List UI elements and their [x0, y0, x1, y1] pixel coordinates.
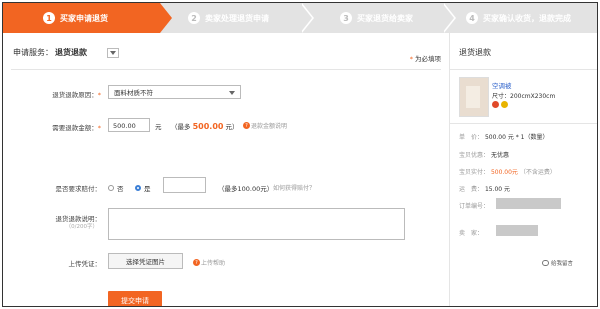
- product-size: 尺寸：200cmX230cm: [492, 93, 556, 100]
- compensate-max: （最多100.00元）: [218, 185, 274, 193]
- discount-value: 无优惠: [490, 152, 509, 159]
- order-row: 订单编号：: [459, 201, 489, 210]
- compensate-no-radio[interactable]: 否: [108, 183, 124, 193]
- shipping-label: 运 费：: [459, 186, 484, 193]
- price-row: 单 价： 500.00 元 * 1（数量）: [459, 132, 548, 141]
- yes-label: 是: [144, 185, 151, 193]
- divider: [450, 69, 597, 70]
- upload-help-text: 上传帮助: [201, 260, 226, 267]
- amount-max-suffix: 元）: [225, 123, 239, 131]
- no-label: 否: [117, 185, 124, 193]
- discount-label: 宝贝优惠：: [459, 152, 490, 159]
- upload-label: 上传凭证：: [68, 260, 102, 268]
- required-note-text: 为必填项: [415, 55, 441, 63]
- seller-label: 卖 家：: [459, 230, 484, 237]
- amount-max-value: 500.00: [192, 122, 224, 131]
- compensate-amount-input[interactable]: [163, 177, 206, 193]
- price-label: 单 价：: [459, 134, 484, 141]
- amount-help-link[interactable]: ? 退款金额说明: [243, 121, 287, 130]
- redacted-seller-name: [496, 225, 538, 236]
- amount-help-text: 退款金额说明: [251, 123, 288, 130]
- step-number: 4: [466, 12, 478, 24]
- required-star-icon: *: [97, 124, 101, 132]
- amount-unit: 元: [155, 123, 162, 131]
- service-label: 申请服务：: [13, 48, 53, 57]
- question-icon: ?: [193, 259, 200, 266]
- product-thumbnail[interactable]: [459, 77, 489, 117]
- step-label: 买家退货给卖家: [357, 13, 413, 23]
- step-confirm-refund: 4 买家确认收货，退款完成: [444, 3, 597, 33]
- paid-value: 500.00元: [490, 169, 518, 176]
- paid-row: 宝贝实付： 500.00元 （不含运费）: [459, 167, 556, 176]
- desc-textarea[interactable]: [108, 208, 405, 240]
- discount-row: 宝贝优惠： 无优惠: [459, 150, 509, 159]
- refund-page: 1 买家申请退货 2 卖家处理退货申请 3 买家退货给卖家 4 买家确认收货，退…: [2, 2, 598, 307]
- desc-count: （0/200字）: [65, 224, 98, 230]
- step-number: 1: [43, 12, 55, 24]
- required-note: * 为必填项: [410, 53, 441, 63]
- progress-steps: 1 买家申请退货 2 卖家处理退货申请 3 买家退货给卖家 4 买家确认收货，退…: [3, 3, 597, 33]
- refund-form: 申请服务： 退货退款 * 为必填项 退货退款原因：* 面料材质不符 需要退款金额：…: [3, 33, 450, 306]
- question-icon: ?: [243, 122, 250, 129]
- amount-max-prefix: （最多: [171, 123, 191, 131]
- reason-label-text: 退货退款原因：: [52, 91, 98, 99]
- contact-seller-link[interactable]: 给我留言: [542, 259, 573, 267]
- step-label: 买家确认收货，退款完成: [483, 13, 571, 23]
- amount-label: 需要退款金额：*: [11, 122, 101, 132]
- contact-label: 给我留言: [551, 261, 574, 267]
- divider: [450, 123, 597, 124]
- badge-icon: [501, 101, 508, 108]
- badge-icon: [492, 101, 499, 108]
- amount-label-text: 需要退款金额：: [52, 124, 98, 132]
- reason-label: 退货退款原因：*: [11, 89, 101, 99]
- product-name-link[interactable]: 空调被: [492, 80, 512, 90]
- reason-value: 面料材质不符: [114, 89, 153, 97]
- step-label: 卖家处理退货申请: [205, 13, 269, 23]
- required-star-icon: *: [97, 91, 101, 99]
- radio-icon: [108, 185, 114, 191]
- compensate-label: 是否要求赔付：: [55, 185, 102, 193]
- step-number: 3: [340, 12, 352, 24]
- price-value: 500.00 元 * 1（数量）: [484, 134, 549, 141]
- order-sidebar: 退货退款 空调被 尺寸：200cmX230cm 单 价： 500.00 元 * …: [450, 33, 597, 306]
- refund-amount-input[interactable]: 500.00: [108, 118, 150, 132]
- order-label: 订单编号：: [459, 203, 490, 210]
- product-badges: [492, 101, 510, 108]
- shipping-row: 运 费： 15.00 元: [459, 184, 510, 193]
- sidebar-title: 退货退款: [459, 48, 491, 57]
- service-dropdown-icon[interactable]: [107, 47, 119, 58]
- required-star-icon: *: [409, 55, 413, 63]
- step-apply-return: 1 买家申请退货: [3, 3, 160, 33]
- upload-button[interactable]: 选择凭证图片: [108, 253, 183, 269]
- paid-label: 宝贝实付：: [459, 169, 490, 176]
- step-seller-process: 2 卖家处理退货申请: [160, 3, 302, 33]
- service-row: 申请服务： 退货退款: [13, 47, 119, 58]
- message-icon: [542, 260, 549, 266]
- step-number: 2: [188, 12, 200, 24]
- chevron-down-icon: [229, 91, 235, 95]
- submit-button[interactable]: 提交申请: [108, 291, 162, 306]
- shipping-value: 15.00 元: [484, 186, 511, 193]
- compensate-yes-radio[interactable]: 是: [135, 183, 151, 193]
- compensate-how-link[interactable]: 如何获得赔付？: [273, 183, 315, 192]
- step-label: 买家申请退货: [60, 13, 108, 23]
- divider: [11, 69, 441, 70]
- service-value: 退货退款: [55, 48, 87, 57]
- paid-note: （不含运费）: [519, 169, 556, 176]
- step-buyer-return: 3 买家退货给卖家: [302, 3, 444, 33]
- reason-select[interactable]: 面料材质不符: [108, 85, 241, 99]
- amount-max: （最多 500.00 元）: [171, 121, 239, 131]
- redacted-order-number: [496, 198, 561, 209]
- radio-checked-icon: [135, 185, 141, 191]
- seller-row: 卖 家：: [459, 228, 483, 237]
- upload-help-link[interactable]: ? 上传帮助: [193, 258, 225, 267]
